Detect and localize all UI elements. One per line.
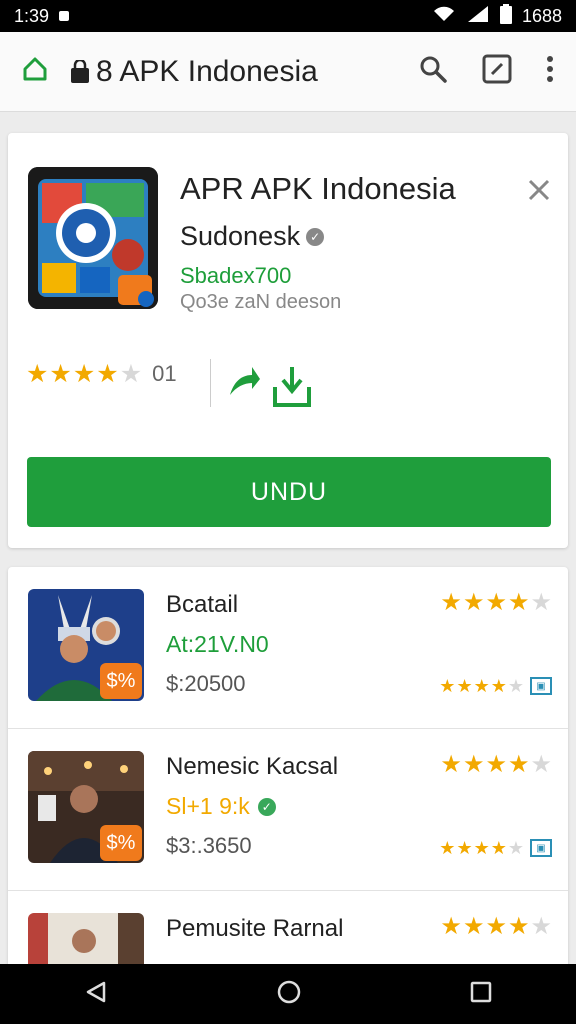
rating-stars: ★ ★ ★ ★ ★: [26, 359, 143, 388]
developer-label: Sudonesk: [180, 221, 301, 251]
rating-count: 01: [152, 361, 177, 386]
star-filled-icon: ★: [440, 913, 462, 940]
star-filled-icon: ★: [473, 676, 490, 696]
star-filled-icon: ★: [462, 751, 485, 778]
home-button[interactable]: [0, 55, 70, 88]
share-icon[interactable]: [226, 365, 262, 404]
star-filled-icon: ★: [439, 838, 456, 858]
star-filled-icon: ★: [440, 751, 462, 778]
star-filled-icon: ★: [49, 359, 72, 388]
verified-icon: ✓: [257, 797, 276, 816]
star-empty-icon: ★: [530, 913, 552, 940]
install-button[interactable]: UNDU: [27, 457, 551, 527]
meta-line: Qo3e zaN deeson: [180, 291, 342, 313]
list-item-subtitle-text: Sl+1 9:k: [166, 793, 250, 819]
star-filled-icon: ★: [96, 359, 119, 388]
star-filled-icon: ★: [439, 676, 456, 696]
star-filled-icon: ★: [456, 838, 473, 858]
list-item-subtitle: Sl+1 9:k ✓: [166, 793, 276, 820]
app-list: $% Bcatail At:21V.N0 $:20500 ★ ★ ★ ★ ★ ★ ★ ★ ★ ★…: [8, 567, 568, 967]
star-filled-icon: ★: [490, 838, 507, 858]
list-item-title: Pemusite Rarnal: [166, 915, 344, 942]
rating-stars: ★ ★ ★ ★ ★: [440, 915, 552, 939]
star-empty-icon: ★: [530, 589, 552, 616]
star-filled-icon: ★: [473, 838, 490, 858]
star-filled-icon: ★: [507, 589, 530, 616]
edit-icon[interactable]: [482, 54, 512, 89]
list-item-price: $3:.3650: [166, 833, 252, 858]
divider: [210, 359, 211, 407]
app-icon: [28, 167, 158, 309]
more-vert-icon[interactable]: [546, 55, 554, 88]
download-icon[interactable]: [272, 365, 312, 414]
list-item-rating: ★ ★ ★ ★ ★: [440, 591, 552, 615]
close-icon[interactable]: [528, 179, 550, 206]
star-filled-icon: ★: [485, 589, 507, 616]
star-filled-icon: ★: [440, 589, 462, 616]
list-item[interactable]: $% Nemesic Kacsal Sl+1 9:k ✓ $3:.3650 ★ ★…: [8, 729, 568, 891]
mini-stars: ★ ★ ★ ★ ★: [439, 839, 524, 857]
verified-icon: ✓: [306, 227, 325, 246]
star-filled-icon: ★: [507, 913, 530, 940]
navigation-bar: [0, 964, 576, 1024]
thumbnail-image: $%: [28, 751, 144, 863]
recents-icon[interactable]: [470, 981, 492, 1008]
list-item[interactable]: Pemusite Rarnal ★ ★ ★ ★ ★: [8, 891, 568, 967]
list-item[interactable]: $% Bcatail At:21V.N0 $:20500 ★ ★ ★ ★ ★ ★ ★ ★ ★ ★…: [8, 567, 568, 729]
list-item-mini-rating: ★ ★ ★ ★ ★ ▣: [439, 677, 552, 695]
wifi-icon: [432, 5, 456, 28]
list-item-subtitle-text: At:21V.N0: [166, 631, 269, 657]
star-empty-icon: ★: [507, 838, 524, 858]
star-empty-icon: ★: [530, 751, 552, 778]
star-filled-icon: ★: [72, 359, 96, 388]
star-filled-icon: ★: [456, 676, 473, 696]
app-bar: 8 APK Indonesia: [0, 32, 576, 112]
thumbnail-image: [28, 913, 144, 967]
mini-stars: ★ ★ ★ ★ ★: [439, 677, 524, 695]
rating-stars: ★ ★ ★ ★ ★: [440, 591, 552, 615]
developer-name[interactable]: Sudonesk ✓: [180, 221, 325, 252]
list-item-price: $:20500: [166, 671, 246, 696]
app-detail-card: APR APK Indonesia Sudonesk ✓ Sbadex700 Q…: [8, 133, 568, 548]
status-time: 1:39: [14, 5, 50, 26]
badge-icon: ▣: [530, 839, 552, 857]
discount-badge: $%: [100, 663, 142, 699]
status-right-text: 1688: [521, 5, 562, 26]
star-filled-icon: ★: [462, 589, 485, 616]
list-item-title: Nemesic Kacsal: [166, 753, 339, 780]
app-name: APR APK Indonesia: [180, 171, 456, 206]
app-bar-title-text: 8 APK Indonesia: [96, 54, 318, 88]
home-circle-icon[interactable]: [276, 979, 302, 1010]
star-filled-icon: ★: [507, 751, 530, 778]
discount-badge: $%: [100, 825, 142, 861]
search-icon[interactable]: [418, 54, 448, 89]
app-bar-title: 8 APK Indonesia: [70, 55, 418, 89]
star-empty-icon: ★: [119, 359, 143, 388]
list-item-subtitle: At:21V.N0: [166, 631, 269, 658]
list-item-mini-rating: ★ ★ ★ ★ ★ ▣: [439, 839, 552, 857]
thumbnail-image: $%: [28, 589, 144, 701]
star-empty-icon: ★: [507, 676, 524, 696]
list-item-rating: ★ ★ ★ ★ ★: [440, 753, 552, 777]
notification-icon: [59, 11, 70, 21]
star-filled-icon: ★: [485, 751, 507, 778]
rating-stars: ★ ★ ★ ★ ★: [440, 753, 552, 777]
list-item-rating: ★ ★ ★ ★ ★: [440, 915, 552, 939]
star-filled-icon: ★: [26, 359, 49, 388]
status-bar: 1:39 1688: [0, 0, 576, 32]
list-item-title: Bcatail: [166, 591, 239, 618]
back-icon[interactable]: [84, 980, 108, 1009]
star-filled-icon: ★: [490, 676, 507, 696]
home-icon: [21, 55, 49, 88]
battery-icon: [499, 3, 512, 29]
rating-row: ★ ★ ★ ★ ★ 01: [26, 361, 177, 387]
bag-icon: [70, 59, 90, 84]
star-filled-icon: ★: [462, 913, 485, 940]
badge-icon: ▣: [530, 677, 552, 695]
price-line: Sbadex700: [180, 263, 292, 288]
signal-icon: [466, 5, 490, 28]
star-filled-icon: ★: [485, 913, 507, 940]
